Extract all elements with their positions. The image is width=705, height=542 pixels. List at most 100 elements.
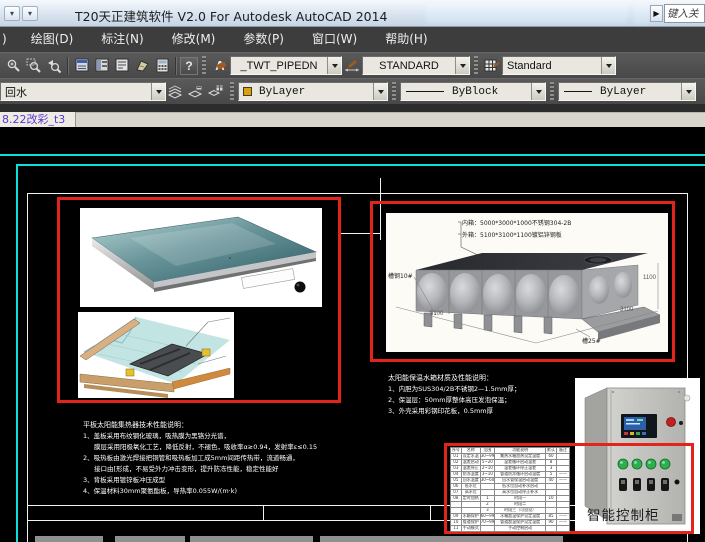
tank-spec-text: 太阳能保温水箱材质及性能说明： 1、内胆为SUS304/2B不锈钢2—1.5mm… — [388, 373, 520, 417]
table-cell: 定时加热 — [461, 496, 480, 502]
cyan-line-top — [0, 154, 705, 156]
table-cell: 回水温度 — [461, 478, 480, 484]
autocad-window: ▾ ▾ T20天正建筑软件 V2.0 For Autodesk AutoCAD … — [0, 0, 705, 542]
title-bar: ▾ ▾ T20天正建筑软件 V2.0 For Autodesk AutoCAD … — [0, 0, 705, 27]
styles-toolbar: ? A _TWT_PIPEDN STANDARD Standard — [0, 52, 705, 78]
properties-palette-icon[interactable] — [72, 56, 92, 76]
tank-dim-depth: 3100 — [620, 307, 633, 313]
flat-plate-collector-image — [80, 208, 322, 307]
table-cell: 序号 — [451, 448, 462, 454]
table-cell: 水箱超温保护设定温度 — [495, 514, 546, 520]
titleblock-cell — [35, 536, 103, 542]
parameter-table: 序号名称范围功能说明默认备注01设定水温30~99集热水箱加热设定温度6002温… — [450, 447, 570, 532]
titleblock-cell — [320, 536, 563, 542]
table-cell: 温差停止 — [461, 466, 480, 472]
properties-toolbar: 回水 ByLayer ByBlock ByLayer — [0, 78, 705, 104]
table-cell: 管道保护 — [461, 520, 480, 526]
linetype-combo[interactable]: ByBlock — [400, 82, 546, 101]
table-cell — [480, 526, 494, 532]
table-cell: 手动模式 — [461, 526, 480, 532]
menu-item-modify[interactable]: 修改(M) — [158, 27, 230, 52]
titleblock-divider-2 — [430, 505, 431, 520]
menu-item-draw[interactable]: 绘图(D) — [17, 27, 88, 52]
menu-item-dimension[interactable]: 标注(N) — [87, 27, 157, 52]
lineweight-combo[interactable]: ByLayer — [558, 82, 696, 101]
table-cell: 水箱保护 — [461, 514, 480, 520]
titlebar-blurred-icon — [634, 3, 649, 24]
table-cell — [556, 526, 569, 532]
text-style-icon[interactable]: A — [210, 56, 230, 76]
layer-states-icon[interactable] — [186, 82, 206, 102]
chevron-down-icon[interactable] — [455, 57, 469, 74]
menu-bar: ) 绘图(D) 标注(N) 修改(M) 参数(P) 窗口(W) 帮助(H) — [0, 27, 705, 52]
zoom-window-icon[interactable] — [24, 56, 44, 76]
dimension-style-combo[interactable]: STANDARD — [362, 56, 470, 75]
menu-item-window[interactable]: 窗口(W) — [298, 27, 371, 52]
markup-set-manager-icon[interactable] — [132, 56, 152, 76]
table-cell: 60~99 — [480, 514, 494, 520]
menu-item-help[interactable]: 帮助(H) — [371, 27, 441, 52]
help-button[interactable]: ? — [180, 57, 198, 75]
chevron-down-icon[interactable] — [151, 83, 165, 100]
window-title: T20天正建筑软件 V2.0 For Autodesk AutoCAD 2014 — [75, 6, 388, 25]
tank-dim-height: 1100 — [643, 275, 656, 281]
text-style-combo[interactable]: _TWT_PIPEDN — [230, 56, 342, 75]
table-cell: 70~99 — [480, 520, 494, 526]
layer-combo[interactable]: 回水 — [0, 82, 166, 101]
menu-item-parameter[interactable]: 参数(P) — [229, 27, 298, 52]
table-style-combo[interactable]: Standard — [502, 56, 616, 75]
color-combo[interactable]: ByLayer — [238, 82, 388, 101]
tab-drawing-active[interactable]: 8.22改彩_t3 — [0, 112, 76, 127]
table-cell: 高水位自动停止补水 — [495, 490, 546, 496]
table-cell: 2~10 — [480, 466, 494, 472]
tank-outer-annotation: 外箱：5100*3100*1100镀铝锌钢板 — [462, 230, 562, 239]
table-cell: 默认 — [546, 448, 557, 454]
table-cell: 温差启动 — [461, 460, 480, 466]
frame-left-line — [27, 193, 28, 542]
table-cell: 防冻温度 — [461, 472, 480, 478]
chevron-down-icon[interactable] — [531, 83, 545, 100]
tool-palettes-icon[interactable] — [92, 56, 112, 76]
titleblock-cell — [115, 536, 185, 542]
table-cell: 11 — [451, 526, 462, 532]
chevron-down-icon[interactable] — [327, 57, 341, 74]
table-style-icon[interactable] — [482, 56, 502, 76]
search-input[interactable] — [664, 4, 705, 23]
lineweight-sample — [564, 91, 592, 92]
table-cell: 集热水箱加热设定温度 — [495, 454, 546, 460]
roof-installation-section-image — [78, 312, 234, 398]
tank-dim-width: 5100 — [430, 311, 443, 317]
table-cell: 30~60 — [480, 478, 494, 484]
table-cell: 30~99 — [480, 454, 494, 460]
chevron-down-icon[interactable] — [373, 83, 387, 100]
linetype-sample — [406, 91, 444, 92]
tank-inner-annotation: 内箱：5000*3000*1000不锈钢304-2B — [462, 218, 571, 227]
table-cell: 3~10 — [480, 472, 494, 478]
quick-access-dropdown2-icon[interactable]: ▾ — [22, 6, 38, 21]
infocenter-arrow-button[interactable]: ▶ — [650, 5, 663, 22]
quick-access-dropdown-icon[interactable]: ▾ — [4, 6, 20, 21]
color-swatch — [243, 87, 252, 96]
table-cell: 管道超温保护设定温度 — [495, 520, 546, 526]
table-cell — [546, 526, 557, 532]
collector-spec-text: 平板太阳能集热器技术性能说明： 1、盖板采用布纹钢化玻璃，吸热膜为黑铬分光谱， … — [83, 420, 317, 497]
dimension-style-icon[interactable] — [342, 56, 362, 76]
cyan-line-inner-vertical — [16, 164, 18, 542]
model-space-canvas[interactable]: 内箱：5000*3000*1000不锈钢304-2B 外箱：5100*3100*… — [0, 127, 705, 542]
sheet-set-manager-icon[interactable] — [112, 56, 132, 76]
frame-top-line — [27, 193, 687, 194]
toolbar-lower-strip — [0, 104, 705, 112]
quickcalc-icon[interactable] — [152, 56, 172, 76]
tank-channel-left-label: 槽钢10# — [388, 271, 413, 280]
chevron-down-icon[interactable] — [681, 83, 695, 100]
titleblock-divider-1 — [263, 505, 264, 520]
chevron-down-icon[interactable] — [601, 57, 615, 74]
layer-translate-icon[interactable] — [206, 82, 226, 102]
drawing-tab-bar — [0, 112, 705, 127]
layer-manager-icon[interactable] — [166, 82, 186, 102]
zoom-realtime-icon[interactable] — [4, 56, 24, 76]
zoom-previous-icon[interactable] — [44, 56, 64, 76]
water-tank-image: 内箱：5000*3000*1000不锈钢304-2B 外箱：5100*3100*… — [386, 213, 668, 352]
tank-channel-bottom-label: 槽25# — [582, 336, 601, 345]
menu-item-partial[interactable]: ) — [0, 27, 17, 52]
